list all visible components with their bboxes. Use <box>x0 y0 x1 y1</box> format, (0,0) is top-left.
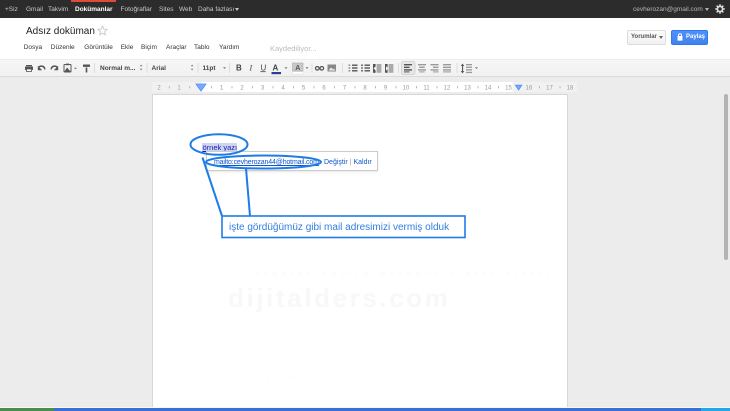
svg-text:12: 12 <box>444 86 451 92</box>
svg-text:B: B <box>236 64 242 73</box>
svg-text:10: 10 <box>403 86 410 92</box>
svg-text:A: A <box>295 65 300 72</box>
svg-text:işte gördüğümüz gibi mail adre: işte gördüğümüz gibi mail adresimizi ver… <box>229 222 450 233</box>
svg-text:Arial: Arial <box>152 65 167 72</box>
svg-text:14: 14 <box>485 86 492 92</box>
svg-text:U: U <box>261 64 267 73</box>
svg-text:18: 18 <box>567 86 574 92</box>
svg-text:11: 11 <box>423 86 430 92</box>
svg-text:13: 13 <box>464 86 471 92</box>
svg-text:11pt: 11pt <box>203 65 217 72</box>
svg-text:A: A <box>273 64 279 73</box>
svg-text:16: 16 <box>526 86 533 92</box>
svg-text:I: I <box>249 64 253 73</box>
svg-text:17: 17 <box>546 86 553 92</box>
svg-text:15: 15 <box>505 86 512 92</box>
svg-text:Normal m...: Normal m... <box>100 65 136 72</box>
